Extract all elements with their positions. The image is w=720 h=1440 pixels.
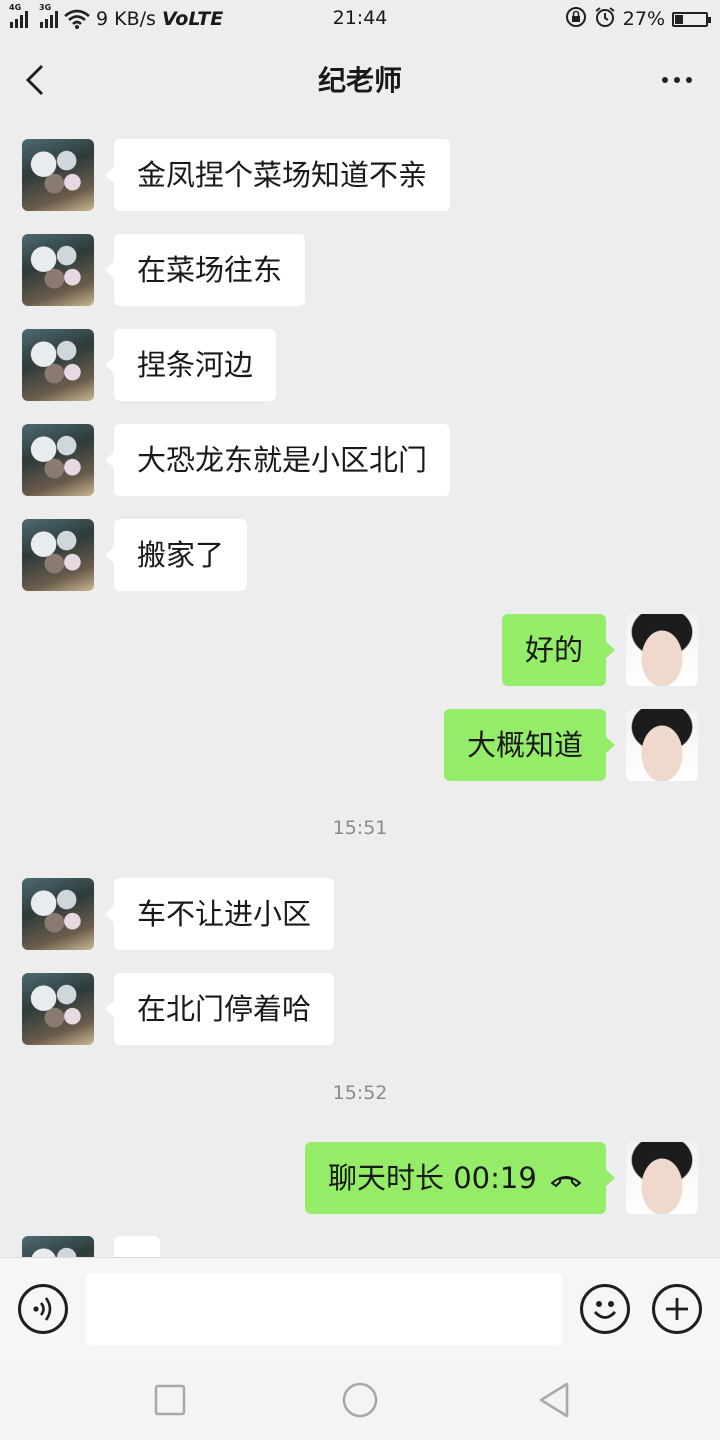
contact-avatar[interactable] [22, 139, 94, 211]
message-text: 大恐龙东就是小区北门 [137, 443, 428, 477]
battery-percent: 27% [622, 8, 665, 30]
chat-title: 纪老师 [317, 64, 402, 97]
recents-button[interactable] [150, 1380, 190, 1420]
message-bubble[interactable]: 大概知道 [444, 709, 616, 781]
message-bubble[interactable]: 大恐龙东就是小区北门 [104, 424, 451, 496]
more-functions-button[interactable] [652, 1284, 702, 1334]
message-text: 大概知道 [467, 728, 584, 762]
message-bubble[interactable]: 捏条河边 [104, 329, 277, 401]
contact-avatar[interactable] [22, 329, 94, 401]
my-avatar[interactable] [626, 614, 698, 686]
dot-icon [662, 77, 668, 83]
my-avatar[interactable] [626, 1142, 698, 1214]
contact-avatar[interactable] [22, 424, 94, 496]
message-bubble[interactable]: 聊天时长 00:19 [305, 1142, 615, 1214]
contact-avatar[interactable] [22, 973, 94, 1045]
message-timestamp: 15:51 [332, 817, 388, 839]
message-text: 车不让进小区 [137, 897, 312, 931]
message-list[interactable]: 金凤捏个菜场知道不亲 在菜场往东捏条河边大恐龙东就是小区北门 搬家了好的大概知道 15… [0, 122, 720, 1257]
voice-icon [33, 1297, 52, 1321]
phone-hangup-icon [550, 1176, 581, 1187]
incoming-message [0, 1236, 720, 1257]
more-options-button[interactable] [652, 72, 692, 88]
incoming-message: 车不让进小区 [0, 878, 720, 950]
incoming-message: 大恐龙东就是小区北门 [0, 424, 720, 496]
message-bubble[interactable]: 好的 [502, 614, 616, 686]
incoming-message: 捏条河边 [0, 329, 720, 401]
battery-icon [672, 11, 711, 27]
system-nav-bar [0, 1360, 720, 1440]
my-avatar[interactable] [626, 709, 698, 781]
message-timestamp: 15:52 [332, 1082, 388, 1104]
status-right: 27% [565, 6, 711, 33]
message-bubble[interactable]: 在菜场往东 [104, 234, 306, 306]
home-button[interactable] [340, 1380, 380, 1420]
message-text: 在菜场往东 [137, 253, 283, 287]
message-bubble[interactable]: 金凤捏个菜场知道不亲 [104, 139, 451, 211]
message-text: 搬家了 [137, 538, 225, 572]
alarm-icon [594, 6, 616, 33]
message-input[interactable] [86, 1273, 562, 1345]
contact-avatar[interactable] [22, 1236, 94, 1257]
message-bubble[interactable] [114, 1236, 160, 1257]
voice-input-button[interactable] [18, 1284, 68, 1334]
square-icon [154, 1384, 186, 1416]
incoming-message: 搬家了 [0, 519, 720, 591]
message-text: 捏条河边 [137, 348, 254, 382]
dot-icon [674, 77, 680, 83]
chat-header: 纪老师 [0, 38, 720, 122]
contact-avatar[interactable] [22, 234, 94, 306]
outgoing-message: 好的 [0, 614, 720, 686]
message-bubble[interactable]: 在北门停着哈 [104, 973, 335, 1045]
message-bubble[interactable]: 搬家了 [104, 519, 248, 591]
battery-level [675, 14, 683, 24]
message-text: 聊天时长 00:19 [328, 1161, 537, 1195]
emoji-button[interactable] [580, 1284, 630, 1334]
rotation-lock-icon [565, 6, 587, 33]
incoming-message: 金凤捏个菜场知道不亲 [0, 139, 720, 211]
message-text: 在北门停着哈 [137, 992, 312, 1026]
back-nav-button[interactable] [534, 1380, 574, 1420]
triangle-back-icon [539, 1382, 569, 1418]
plus-icon [666, 1298, 688, 1320]
input-bar [0, 1257, 720, 1360]
message-text: 金凤捏个菜场知道不亲 [137, 158, 428, 192]
status-bar: 4G 3G 9 KB/s VoLTE 21:44 27% [0, 0, 720, 38]
outgoing-message: 大概知道 [0, 709, 720, 781]
contact-avatar[interactable] [22, 878, 94, 950]
incoming-message: 在菜场往东 [0, 234, 720, 306]
contact-avatar[interactable] [22, 519, 94, 591]
circle-icon [342, 1382, 378, 1418]
incoming-message: 在北门停着哈 [0, 973, 720, 1045]
message-bubble[interactable]: 车不让进小区 [104, 878, 335, 950]
message-text: 好的 [525, 633, 584, 667]
dot-icon [686, 77, 692, 83]
smiley-icon [593, 1301, 617, 1319]
outgoing-message: 聊天时长 00:19 [0, 1142, 720, 1214]
